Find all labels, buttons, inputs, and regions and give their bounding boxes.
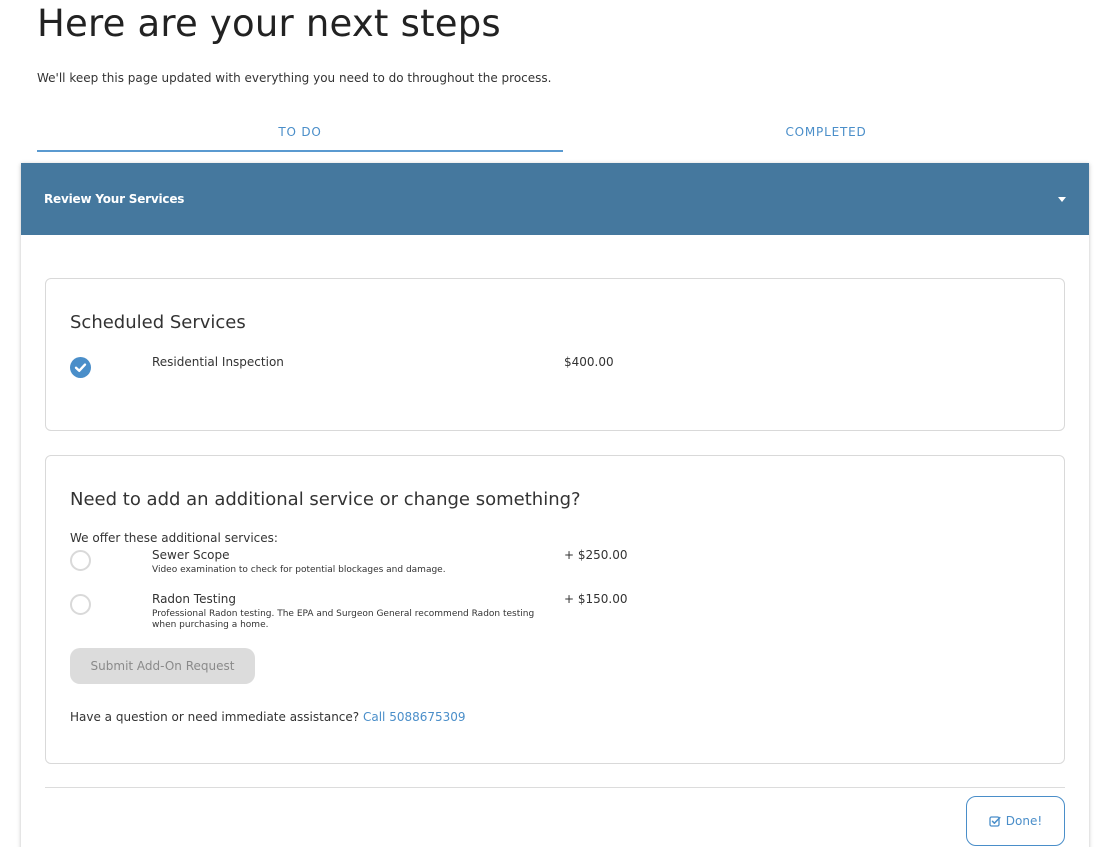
tab-completed[interactable]: COMPLETED xyxy=(563,118,1089,152)
scheduled-service-name: Residential Inspection xyxy=(152,355,284,369)
help-question: Have a question or need immediate assist… xyxy=(70,710,360,724)
review-services-header[interactable]: Review Your Services xyxy=(21,163,1089,235)
done-label: Done! xyxy=(1005,814,1043,828)
divider xyxy=(45,787,1065,788)
tab-to-do[interactable]: TO DO xyxy=(37,118,563,152)
sewer-scope-price: + $250.00 xyxy=(564,548,628,562)
review-services-card: Review Your Services Scheduled Services … xyxy=(21,163,1089,847)
done-button[interactable]: Done! xyxy=(966,796,1065,846)
help-text: Have a question or need immediate assist… xyxy=(70,710,466,724)
page-title: Here are your next steps xyxy=(37,2,501,45)
check-square-icon xyxy=(989,815,1001,827)
additional-services-title: Need to add an additional service or cha… xyxy=(70,489,581,510)
radon-testing-price: + $150.00 xyxy=(564,592,628,606)
check-circle-icon xyxy=(70,357,91,378)
submit-add-on-button[interactable]: Submit Add-On Request xyxy=(70,648,255,684)
page-subtitle: We'll keep this page updated with everyt… xyxy=(37,71,552,85)
radon-testing-description: Professional Radon testing. The EPA and … xyxy=(152,609,535,630)
scheduled-services-panel: Scheduled Services Residential Inspectio… xyxy=(45,278,1065,431)
scheduled-service-price: $400.00 xyxy=(564,355,614,369)
additional-services-panel: Need to add an additional service or cha… xyxy=(45,455,1065,764)
caret-down-icon[interactable] xyxy=(1058,196,1066,202)
offer-label: We offer these additional services: xyxy=(70,531,278,545)
radon-testing-radio[interactable] xyxy=(70,594,91,615)
sewer-scope-description: Video examination to check for potential… xyxy=(152,565,446,575)
radon-testing-name: Radon Testing xyxy=(152,592,236,606)
scheduled-services-title: Scheduled Services xyxy=(70,312,246,333)
sewer-scope-name: Sewer Scope xyxy=(152,548,230,562)
tab-bar: TO DO COMPLETED xyxy=(37,118,1089,152)
call-phone-link[interactable]: Call 5088675309 xyxy=(363,710,466,724)
sewer-scope-radio[interactable] xyxy=(70,550,91,571)
section-title: Review Your Services xyxy=(44,192,185,206)
